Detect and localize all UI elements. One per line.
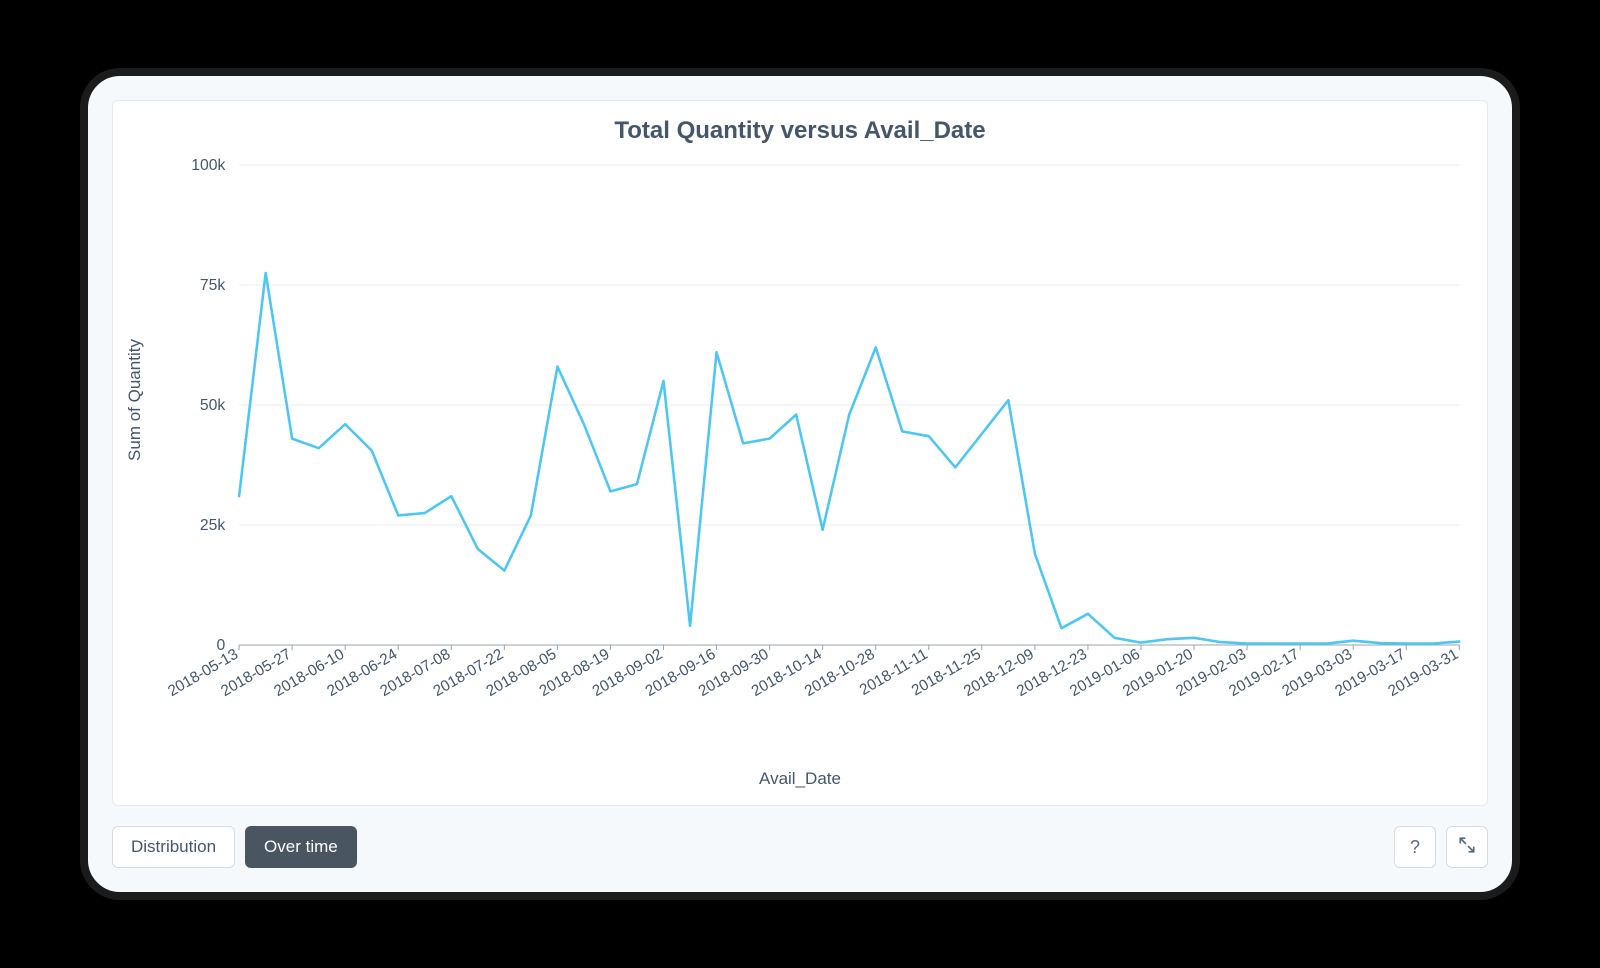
chart-controls-bar: Distribution Over time ? (112, 826, 1488, 868)
help-icon: ? (1410, 837, 1420, 858)
chart-title: Total Quantity versus Avail_Date (121, 117, 1479, 145)
expand-button[interactable] (1446, 826, 1488, 868)
distribution-button[interactable]: Distribution (112, 826, 235, 868)
y-axis-label-wrap: Sum of Quantity (121, 155, 149, 645)
over-time-button[interactable]: Over time (245, 826, 357, 868)
help-button[interactable]: ? (1394, 826, 1436, 868)
svg-text:75k: 75k (200, 277, 225, 294)
svg-text:50k: 50k (200, 397, 225, 414)
line-series (239, 273, 1459, 644)
expand-icon (1458, 836, 1476, 859)
y-axis-label: Sum of Quantity (125, 339, 145, 461)
chart-card: Total Quantity versus Avail_Date Sum of … (112, 100, 1488, 806)
line-chart: 025k50k75k100k2018-05-132018-05-272018-0… (121, 155, 1479, 775)
chart-area: Sum of Quantity 025k50k75k100k2018-05-13… (121, 155, 1479, 775)
svg-text:100k: 100k (191, 157, 225, 174)
device-frame: Total Quantity versus Avail_Date Sum of … (80, 68, 1520, 900)
svg-text:25k: 25k (200, 517, 225, 534)
